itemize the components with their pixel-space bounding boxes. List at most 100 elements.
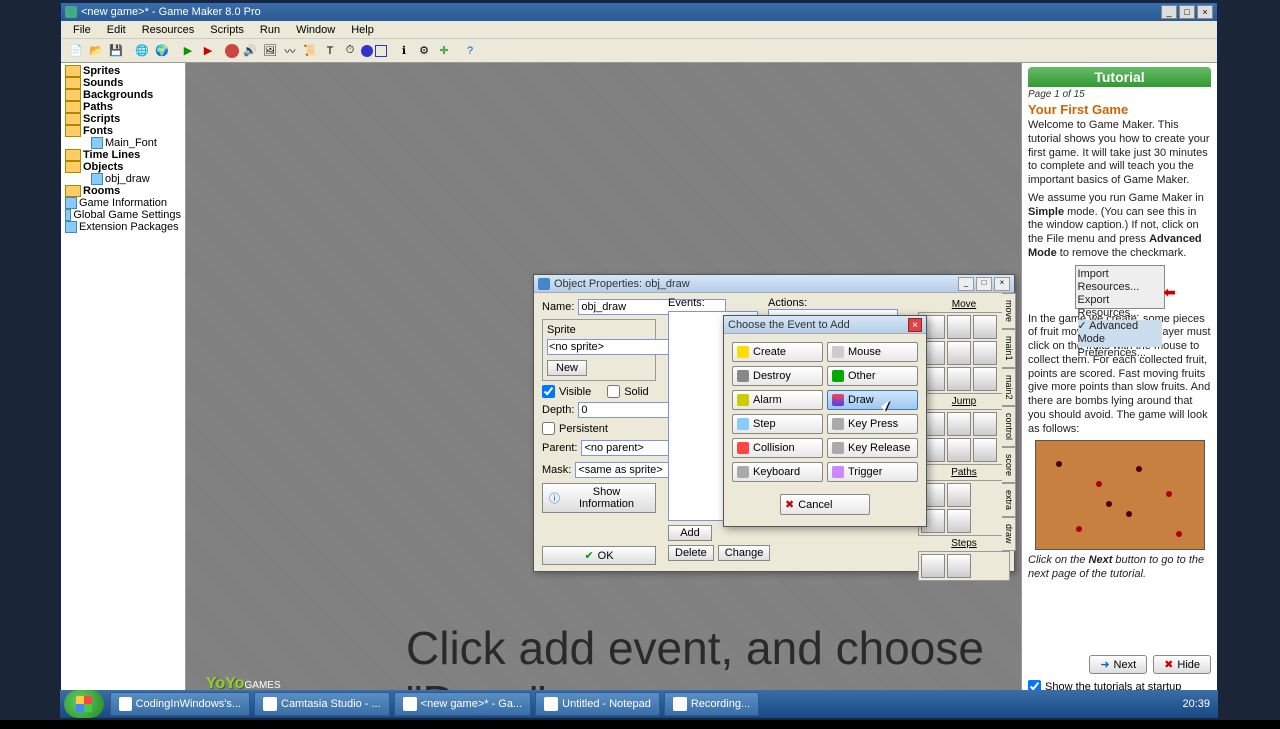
tutorial-hide-button[interactable]: ✖Hide	[1153, 655, 1211, 674]
event-mouse-button[interactable]: Mouse	[827, 342, 918, 362]
tree-main-font[interactable]: Main_Font	[105, 137, 157, 149]
tree-objects[interactable]: Objects	[83, 161, 123, 173]
open-icon[interactable]: 📂	[87, 42, 105, 60]
run-icon[interactable]: ▶	[179, 42, 197, 60]
change-event-button[interactable]: Change	[718, 545, 771, 561]
event-collision-button[interactable]: Collision	[732, 438, 823, 458]
action-button[interactable]	[973, 315, 997, 339]
tab-control[interactable]: control	[1002, 406, 1016, 447]
event-alarm-button[interactable]: Alarm	[732, 390, 823, 410]
tab-extra[interactable]: extra	[1002, 483, 1016, 517]
close-button[interactable]: ×	[1197, 5, 1213, 19]
taskbar-item[interactable]: CodingInWindows's...	[110, 692, 250, 716]
sprite-icon[interactable]	[225, 44, 239, 58]
event-keyrelease-button[interactable]: Key Release	[827, 438, 918, 458]
action-button[interactable]	[947, 315, 971, 339]
menu-edit[interactable]: Edit	[103, 23, 130, 36]
ok-button[interactable]: ✔OK	[542, 546, 656, 565]
event-other-button[interactable]: Other	[827, 366, 918, 386]
timeline-icon[interactable]: ⏱	[341, 42, 359, 60]
dialog-maximize[interactable]: □	[976, 277, 992, 291]
event-destroy-button[interactable]: Destroy	[732, 366, 823, 386]
menu-scripts[interactable]: Scripts	[206, 23, 248, 36]
menu-resources[interactable]: Resources	[138, 23, 199, 36]
tree-timelines[interactable]: Time Lines	[83, 149, 140, 161]
new-sprite-button[interactable]: New	[547, 360, 587, 376]
action-button[interactable]	[921, 554, 945, 578]
action-button[interactable]	[947, 341, 971, 365]
dialog-minimize[interactable]: _	[958, 277, 974, 291]
event-trigger-button[interactable]: Trigger	[827, 462, 918, 482]
action-button[interactable]	[973, 341, 997, 365]
action-button[interactable]	[947, 483, 971, 507]
menu-run[interactable]: Run	[256, 23, 284, 36]
dialog-titlebar[interactable]: Object Properties: obj_draw _ □ ×	[534, 275, 1014, 293]
event-cancel-button[interactable]: ✖Cancel	[780, 494, 870, 515]
help-icon[interactable]: ?	[461, 42, 479, 60]
new-icon[interactable]: 📄	[67, 42, 85, 60]
room-icon[interactable]	[375, 45, 387, 57]
taskbar-item[interactable]: Untitled - Notepad	[535, 692, 660, 716]
save-icon[interactable]: 💾	[107, 42, 125, 60]
tree-rooms[interactable]: Rooms	[83, 185, 120, 197]
maximize-button[interactable]: □	[1179, 5, 1195, 19]
background-icon[interactable]: 🖼	[261, 42, 279, 60]
tree-fonts[interactable]: Fonts	[83, 125, 113, 137]
action-button[interactable]	[973, 367, 997, 391]
tree-global-settings[interactable]: Global Game Settings	[73, 209, 181, 221]
action-button[interactable]	[947, 367, 971, 391]
minimize-button[interactable]: _	[1161, 5, 1177, 19]
extension-icon[interactable]: ✚	[435, 42, 453, 60]
tutorial-next-button[interactable]: ➜Next	[1089, 655, 1147, 674]
tree-sprites[interactable]: Sprites	[83, 65, 120, 77]
start-button[interactable]	[64, 690, 104, 718]
persistent-checkbox[interactable]	[542, 422, 555, 435]
dialog-close[interactable]: ×	[994, 277, 1010, 291]
event-draw-button[interactable]: Draw	[827, 390, 918, 410]
object-icon[interactable]	[361, 45, 373, 57]
resource-tree[interactable]: Sprites Sounds Backgrounds Paths Scripts…	[61, 63, 186, 697]
tree-obj-draw[interactable]: obj_draw	[105, 173, 150, 185]
visible-checkbox[interactable]	[542, 385, 555, 398]
delete-event-button[interactable]: Delete	[668, 545, 714, 561]
sound-icon[interactable]: 🔊	[241, 42, 259, 60]
gameinfo-icon[interactable]: ℹ	[395, 42, 413, 60]
tree-game-info[interactable]: Game Information	[79, 197, 167, 209]
taskbar-item[interactable]: Camtasia Studio - ...	[254, 692, 390, 716]
action-button[interactable]	[947, 412, 971, 436]
action-button[interactable]	[947, 438, 971, 462]
tree-extensions[interactable]: Extension Packages	[79, 221, 179, 233]
tab-score[interactable]: score	[1002, 447, 1016, 483]
event-dialog-close-icon[interactable]: ×	[908, 318, 922, 332]
event-step-button[interactable]: Step	[732, 414, 823, 434]
tab-draw[interactable]: draw	[1002, 517, 1016, 551]
action-button[interactable]	[973, 438, 997, 462]
settings-icon[interactable]: ⚙	[415, 42, 433, 60]
action-button[interactable]	[947, 509, 971, 533]
debug-icon[interactable]: ▶	[199, 42, 217, 60]
event-keyboard-button[interactable]: Keyboard	[732, 462, 823, 482]
tab-move[interactable]: move	[1002, 293, 1016, 329]
event-create-button[interactable]: Create	[732, 342, 823, 362]
tree-scripts[interactable]: Scripts	[83, 113, 120, 125]
solid-checkbox[interactable]	[607, 385, 620, 398]
add-event-button[interactable]: Add	[668, 525, 712, 541]
path-icon[interactable]: 〰	[281, 42, 299, 60]
show-info-button[interactable]: ⓘShow Information	[542, 483, 656, 513]
script-icon[interactable]: 📜	[301, 42, 319, 60]
taskbar-item[interactable]: <new game>* - Ga...	[394, 692, 532, 716]
taskbar-item[interactable]: Recording...	[664, 692, 759, 716]
tree-paths[interactable]: Paths	[83, 101, 113, 113]
action-button[interactable]	[947, 554, 971, 578]
tree-sounds[interactable]: Sounds	[83, 77, 123, 89]
menu-window[interactable]: Window	[292, 23, 339, 36]
publish-icon[interactable]: 🌍	[153, 42, 171, 60]
font-icon[interactable]: T	[321, 42, 339, 60]
tab-main2[interactable]: main2	[1002, 368, 1016, 407]
menu-file[interactable]: File	[69, 23, 95, 36]
tab-main1[interactable]: main1	[1002, 329, 1016, 368]
action-button[interactable]	[973, 412, 997, 436]
menu-help[interactable]: Help	[347, 23, 378, 36]
event-keypress-button[interactable]: Key Press	[827, 414, 918, 434]
tree-backgrounds[interactable]: Backgrounds	[83, 89, 153, 101]
